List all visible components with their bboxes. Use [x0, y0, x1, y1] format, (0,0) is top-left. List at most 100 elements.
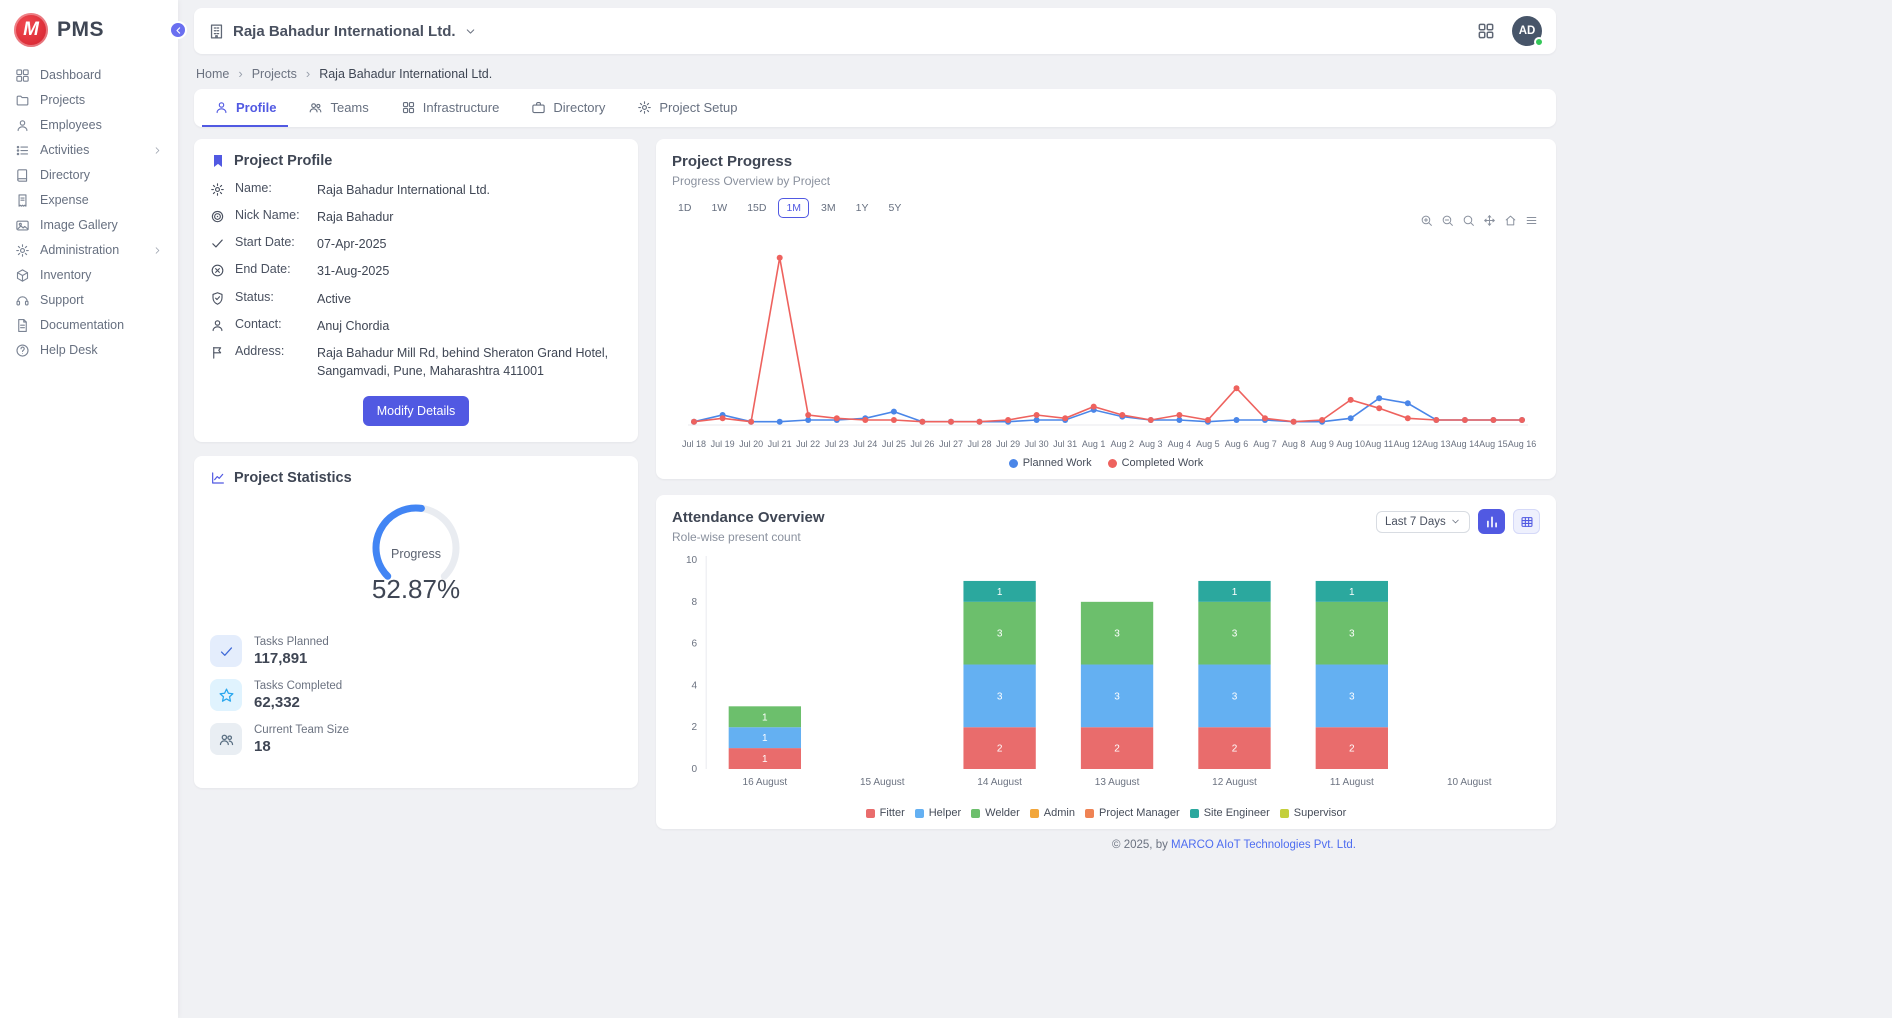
data-point-completed-work[interactable] [1062, 415, 1068, 421]
profile-card-title: Project Profile [234, 153, 332, 169]
range-button-1d[interactable]: 1D [670, 198, 699, 218]
sidebar-item-dashboard[interactable]: Dashboard [0, 63, 178, 88]
data-point-planned-work[interactable] [777, 419, 783, 425]
data-point-completed-work[interactable] [1005, 417, 1011, 423]
pan-icon[interactable] [1483, 214, 1496, 227]
data-point-completed-work[interactable] [1091, 404, 1097, 410]
sidebar-collapse-button[interactable] [169, 21, 187, 39]
legend-item-helper[interactable]: Helper [915, 807, 961, 819]
sidebar-item-activities[interactable]: Activities [0, 138, 178, 163]
menu-icon[interactable] [1525, 214, 1538, 227]
legend-item-admin[interactable]: Admin [1030, 807, 1075, 819]
data-point-completed-work[interactable] [1433, 417, 1439, 423]
legend-item-site-engineer[interactable]: Site Engineer [1190, 807, 1270, 819]
data-point-completed-work[interactable] [1376, 405, 1382, 411]
data-point-completed-work[interactable] [977, 419, 983, 425]
modify-details-button[interactable]: Modify Details [363, 396, 470, 426]
sidebar-item-expense[interactable]: Expense [0, 188, 178, 213]
data-point-completed-work[interactable] [1034, 412, 1040, 418]
range-button-1m[interactable]: 1M [778, 198, 809, 218]
data-point-completed-work[interactable] [1462, 417, 1468, 423]
data-point-completed-work[interactable] [919, 419, 925, 425]
gauge-label: Progress [391, 547, 441, 561]
series-line-planned-work [694, 398, 1522, 422]
data-point-completed-work[interactable] [720, 415, 726, 421]
range-button-15d[interactable]: 15D [739, 198, 774, 218]
x-tick-label: Jul 18 [682, 439, 706, 449]
sidebar-item-image-gallery[interactable]: Image Gallery [0, 213, 178, 238]
chart-view-toggle-button[interactable] [1478, 509, 1505, 534]
data-point-planned-work[interactable] [1348, 415, 1354, 421]
zoom-icon[interactable] [1462, 214, 1475, 227]
table-view-toggle-button[interactable] [1513, 509, 1540, 534]
sidebar-item-administration[interactable]: Administration [0, 238, 178, 263]
line-chart-legend: Planned Work Completed Work [656, 453, 1556, 479]
tab-teams[interactable]: Teams [296, 89, 380, 127]
data-point-planned-work[interactable] [1376, 395, 1382, 401]
tab-project-setup[interactable]: Project Setup [625, 89, 749, 127]
breadcrumb-item-home[interactable]: Home [196, 67, 229, 81]
data-point-completed-work[interactable] [834, 415, 840, 421]
tab-infrastructure[interactable]: Infrastructure [389, 89, 512, 127]
data-point-completed-work[interactable] [1348, 397, 1354, 403]
data-point-completed-work[interactable] [1405, 415, 1411, 421]
x-tick-label: Aug 6 [1225, 439, 1249, 449]
sidebar-item-inventory[interactable]: Inventory [0, 263, 178, 288]
legend-item-fitter[interactable]: Fitter [866, 807, 905, 819]
data-point-completed-work[interactable] [748, 419, 754, 425]
legend-item-supervisor[interactable]: Supervisor [1280, 807, 1347, 819]
zoom-in-icon[interactable] [1420, 214, 1433, 227]
range-button-5y[interactable]: 5Y [880, 198, 909, 218]
tab-directory[interactable]: Directory [519, 89, 617, 127]
range-button-3m[interactable]: 3M [813, 198, 844, 218]
statistics-list: Tasks Planned117,891Tasks Completed62,33… [194, 605, 638, 765]
tab-label: Infrastructure [423, 100, 500, 115]
data-point-completed-work[interactable] [805, 412, 811, 418]
legend-item-completed-work[interactable]: Completed Work [1108, 457, 1204, 469]
legend-item-planned-work[interactable]: Planned Work [1009, 457, 1092, 469]
data-point-completed-work[interactable] [1519, 417, 1525, 423]
sidebar-item-projects[interactable]: Projects [0, 88, 178, 113]
data-point-completed-work[interactable] [1262, 415, 1268, 421]
company-selector[interactable]: Raja Bahadur International Ltd. [208, 23, 477, 40]
attendance-chart-subtitle: Role-wise present count [672, 530, 825, 544]
legend-item-welder[interactable]: Welder [971, 807, 1020, 819]
data-point-completed-work[interactable] [1291, 419, 1297, 425]
data-point-completed-work[interactable] [891, 417, 897, 423]
date-range-select[interactable]: Last 7 Days [1376, 511, 1470, 533]
x-tick-label: Jul 26 [910, 439, 934, 449]
home-icon[interactable] [1504, 214, 1517, 227]
zoom-out-icon[interactable] [1441, 214, 1454, 227]
sidebar-item-documentation[interactable]: Documentation [0, 313, 178, 338]
data-point-completed-work[interactable] [1234, 385, 1240, 391]
range-button-1y[interactable]: 1Y [848, 198, 877, 218]
data-point-completed-work[interactable] [1205, 417, 1211, 423]
data-point-completed-work[interactable] [691, 419, 697, 425]
field-value: 31-Aug-2025 [317, 262, 389, 280]
x-tick-label: Aug 13 [1422, 439, 1451, 449]
app-logo[interactable]: M PMS [0, 0, 178, 63]
data-point-completed-work[interactable] [1490, 417, 1496, 423]
data-point-completed-work[interactable] [777, 255, 783, 261]
data-point-completed-work[interactable] [862, 417, 868, 423]
data-point-planned-work[interactable] [1405, 400, 1411, 406]
data-point-completed-work[interactable] [1319, 417, 1325, 423]
footer-company-link[interactable]: MARCO AIoT Technologies Pvt. Ltd. [1171, 839, 1356, 851]
data-point-planned-work[interactable] [891, 409, 897, 415]
apps-grid-icon[interactable] [1476, 21, 1496, 41]
user-avatar[interactable]: AD [1512, 16, 1542, 46]
data-point-completed-work[interactable] [1119, 412, 1125, 418]
range-button-1w[interactable]: 1W [703, 198, 735, 218]
sidebar-item-employees[interactable]: Employees [0, 113, 178, 138]
tab-profile[interactable]: Profile [202, 89, 288, 127]
data-point-completed-work[interactable] [1148, 417, 1154, 423]
breadcrumb-item-projects[interactable]: Projects [252, 67, 297, 81]
sidebar-item-directory[interactable]: Directory [0, 163, 178, 188]
data-point-completed-work[interactable] [948, 419, 954, 425]
sidebar-item-help-desk[interactable]: Help Desk [0, 338, 178, 363]
data-point-planned-work[interactable] [1234, 417, 1240, 423]
data-point-completed-work[interactable] [1176, 412, 1182, 418]
progress-chart-title: Project Progress [672, 153, 1540, 170]
legend-item-project-manager[interactable]: Project Manager [1085, 807, 1180, 819]
sidebar-item-support[interactable]: Support [0, 288, 178, 313]
